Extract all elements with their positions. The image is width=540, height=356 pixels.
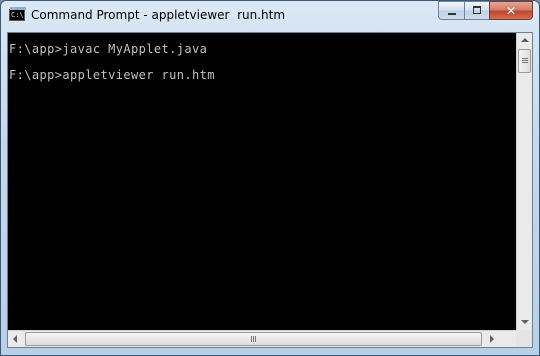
scroll-left-arrow-icon[interactable] bbox=[13, 335, 17, 343]
window-title: Command Prompt - appletviewer run.htm bbox=[31, 8, 286, 22]
maximize-icon bbox=[473, 6, 481, 14]
horizontal-scrollbar[interactable] bbox=[8, 330, 516, 347]
minimize-icon bbox=[448, 13, 456, 15]
horizontal-scroll-thumb[interactable] bbox=[25, 332, 482, 346]
console-output[interactable]: F:\app>javac MyApplet.java F:\app>applet… bbox=[8, 33, 516, 330]
title-bar[interactable]: C:\ Command Prompt - appletviewer run.ht… bbox=[1, 1, 539, 31]
scrollbar-corner bbox=[516, 330, 532, 347]
scroll-right-arrow-icon[interactable] bbox=[490, 335, 494, 343]
command-prompt-window: C:\ Command Prompt - appletviewer run.ht… bbox=[0, 0, 540, 356]
minimize-button[interactable] bbox=[438, 1, 464, 20]
maximize-button[interactable] bbox=[464, 1, 489, 20]
console-line: F:\app>javac MyApplet.java bbox=[9, 42, 208, 56]
console-frame: F:\app>javac MyApplet.java F:\app>applet… bbox=[7, 32, 533, 348]
console-line: F:\app>appletviewer run.htm bbox=[9, 68, 215, 82]
console-icon[interactable]: C:\ bbox=[9, 7, 26, 21]
vertical-scroll-thumb[interactable] bbox=[518, 49, 531, 73]
close-icon: ✕ bbox=[505, 4, 517, 18]
vertical-scrollbar[interactable] bbox=[516, 33, 532, 330]
scroll-down-arrow-icon[interactable] bbox=[521, 320, 529, 324]
close-button[interactable]: ✕ bbox=[489, 1, 533, 20]
scroll-up-arrow-icon[interactable] bbox=[521, 38, 529, 42]
caption-buttons: ✕ bbox=[438, 1, 533, 21]
